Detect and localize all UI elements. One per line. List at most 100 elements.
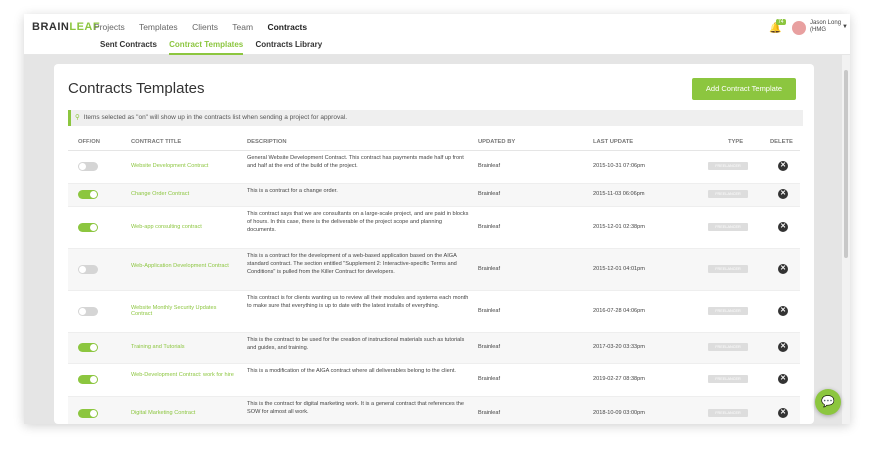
table-row: Website Development Contract General Web…	[68, 151, 800, 184]
row-type-badge: FREELANCER	[708, 343, 748, 351]
row-title[interactable]: Web-Application Development Contract	[131, 263, 231, 269]
row-title[interactable]: Website Monthly Security Updates Contrac…	[131, 305, 231, 317]
table-row: Website Monthly Security Updates Contrac…	[68, 291, 800, 333]
delete-icon[interactable]: ✕	[778, 408, 788, 418]
nav-item-contracts[interactable]: Contracts	[267, 22, 307, 32]
lightbulb-icon: ⚲	[75, 114, 80, 121]
row-title[interactable]: Web-app consulting contract	[131, 224, 241, 230]
scrollbar-thumb[interactable]	[844, 70, 848, 258]
row-title[interactable]: Web-Development Contract: work for hire	[131, 372, 241, 378]
header-last-update: LAST UPDATE	[593, 139, 634, 145]
row-description: This is a modification of the AIGA contr…	[247, 368, 456, 374]
row-title[interactable]: Digital Marketing Contract	[131, 410, 241, 416]
row-toggle[interactable]	[78, 162, 98, 171]
row-toggle[interactable]	[78, 307, 98, 316]
row-updated-by: Brainleaf	[478, 266, 501, 272]
nav-item-templates[interactable]: Templates	[139, 22, 178, 32]
header-updated-by: UPDATED BY	[478, 139, 516, 145]
row-last-update: 2018-10-09 03:00pm	[593, 410, 645, 416]
header-contract-title: CONTRACT TITLE	[131, 139, 182, 145]
row-type-badge: FREELANCER	[708, 375, 748, 383]
subnav-contracts-library[interactable]: Contracts Library	[255, 40, 322, 53]
row-type-badge: FREELANCER	[708, 223, 748, 231]
table-row: Digital Marketing Contract This is the c…	[68, 397, 800, 424]
table-row: Web-app consulting contract This contrac…	[68, 207, 800, 249]
row-description: General Website Development Contract. Th…	[247, 155, 464, 169]
row-updated-by: Brainleaf	[478, 191, 501, 197]
header-delete: DELETE	[770, 139, 793, 145]
avatar[interactable]	[792, 21, 806, 35]
row-description: This is a contract for a change order.	[247, 188, 338, 194]
table-row: Training and Tutorials This is the contr…	[68, 333, 800, 364]
delete-icon[interactable]: ✕	[778, 189, 788, 199]
main-nav: Projects Templates Clients Team Contract…	[94, 22, 319, 32]
row-last-update: 2015-11-03 06:06pm	[593, 191, 645, 197]
nav-item-projects[interactable]: Projects	[94, 22, 125, 32]
row-last-update: 2016-07-28 04:06pm	[593, 308, 645, 314]
app-window: BRAINLEAF Projects Templates Clients Tea…	[24, 14, 850, 424]
user-menu[interactable]: Jason Long (HMG	[810, 20, 841, 34]
user-company: (HMG	[810, 27, 826, 33]
brainleaf-logo[interactable]: BRAINLEAF	[32, 21, 100, 33]
table-row: Web-Development Contract: work for hire …	[68, 364, 800, 397]
delete-icon[interactable]: ✕	[778, 342, 788, 352]
row-type-badge: FREELANCER	[708, 162, 748, 170]
row-last-update: 2017-03-20 03:33pm	[593, 344, 645, 350]
user-name: Jason Long	[810, 20, 842, 26]
logo-text-brain: BRAIN	[32, 21, 70, 33]
row-updated-by: Brainleaf	[478, 308, 501, 314]
header-type: TYPE	[728, 139, 744, 145]
row-updated-by: Brainleaf	[478, 224, 501, 230]
delete-icon[interactable]: ✕	[778, 161, 788, 171]
table-header: OFF/ON CONTRACT TITLE DESCRIPTION UPDATE…	[68, 134, 800, 151]
add-contract-template-button[interactable]: Add Contract Template	[692, 78, 796, 100]
row-toggle[interactable]	[78, 223, 98, 232]
row-toggle[interactable]	[78, 375, 98, 384]
row-description: This contract is for clients wanting us …	[247, 295, 469, 309]
delete-icon[interactable]: ✕	[778, 264, 788, 274]
row-title[interactable]: Training and Tutorials	[131, 344, 241, 350]
chat-bubble-icon[interactable]: 💬	[815, 389, 841, 415]
row-last-update: 2015-12-01 04:01pm	[593, 266, 645, 272]
row-last-update: 2015-12-01 02:38pm	[593, 224, 645, 230]
row-updated-by: Brainleaf	[478, 410, 501, 416]
row-type-badge: FREELANCER	[708, 190, 748, 198]
row-description: This is the contract for digital marketi…	[247, 401, 465, 415]
info-notice: ⚲ Items selected as "on" will show up in …	[68, 110, 803, 126]
sub-nav: Sent Contracts Contract Templates Contra…	[100, 40, 332, 55]
delete-icon[interactable]: ✕	[778, 374, 788, 384]
row-title[interactable]: Change Order Contract	[131, 191, 241, 197]
row-type-badge: FREELANCER	[708, 409, 748, 417]
header-off-on: OFF/ON	[78, 139, 100, 145]
chevron-down-icon[interactable]: ▼	[842, 24, 848, 30]
row-updated-by: Brainleaf	[478, 376, 501, 382]
row-last-update: 2019-02-27 08:38pm	[593, 376, 645, 382]
row-description: This is the contract to be used for the …	[247, 337, 465, 351]
row-toggle[interactable]	[78, 265, 98, 274]
nav-item-team[interactable]: Team	[232, 22, 253, 32]
row-updated-by: Brainleaf	[478, 344, 501, 350]
row-toggle[interactable]	[78, 190, 98, 199]
row-updated-by: Brainleaf	[478, 163, 501, 169]
row-toggle[interactable]	[78, 409, 98, 418]
row-type-badge: FREELANCER	[708, 265, 748, 273]
notification-badge: 74	[776, 19, 786, 25]
page-title: Contracts Templates	[68, 80, 205, 97]
table-row: Change Order Contract This is a contract…	[68, 184, 800, 207]
header-description: DESCRIPTION	[247, 139, 287, 145]
delete-icon[interactable]: ✕	[778, 306, 788, 316]
subnav-contract-templates[interactable]: Contract Templates	[169, 40, 244, 55]
row-description: This is a contract for the development o…	[247, 253, 457, 275]
templates-panel: Contracts Templates Add Contract Templat…	[54, 64, 814, 424]
table-row: Web-Application Development Contract Thi…	[68, 249, 800, 291]
nav-item-clients[interactable]: Clients	[192, 22, 218, 32]
row-title[interactable]: Website Development Contract	[131, 163, 241, 169]
notice-text: Items selected as "on" will show up in t…	[83, 114, 348, 121]
row-toggle[interactable]	[78, 343, 98, 352]
row-description: This contract says that we are consultan…	[247, 211, 469, 233]
subnav-sent-contracts[interactable]: Sent Contracts	[100, 40, 157, 53]
delete-icon[interactable]: ✕	[778, 222, 788, 232]
row-last-update: 2015-10-31 07:06pm	[593, 163, 645, 169]
top-bar: BRAINLEAF Projects Templates Clients Tea…	[24, 14, 850, 55]
row-type-badge: FREELANCER	[708, 307, 748, 315]
